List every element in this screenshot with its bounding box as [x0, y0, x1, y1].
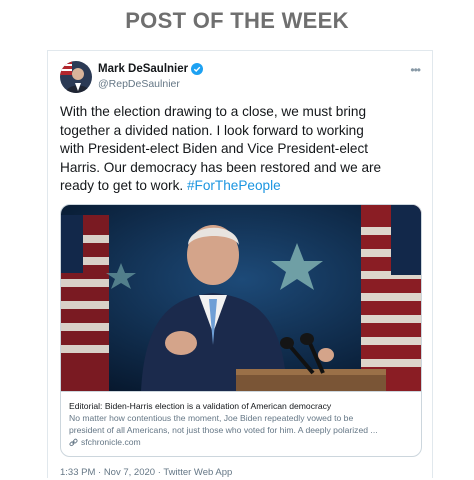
- link-preview-text[interactable]: Editorial: Biden-Harris election is a va…: [61, 391, 421, 456]
- link-preview-card[interactable]: Editorial: Biden-Harris election is a va…: [60, 204, 422, 457]
- tweet-text-line: ready to get to work. #ForThePeople: [60, 177, 422, 196]
- tweet-text-line-end: ready to get to work.: [60, 178, 184, 194]
- author-name[interactable]: Mark DeSaulnier: [98, 63, 188, 75]
- author-name-line[interactable]: Mark DeSaulnier: [98, 63, 204, 75]
- tweet-header: Mark DeSaulnier @RepDeSaulnier •••: [60, 61, 421, 97]
- link-description-line: No matter how contentious the moment, Jo…: [69, 413, 354, 423]
- author-handle[interactable]: @RepDeSaulnier: [98, 78, 180, 90]
- hashtag-link[interactable]: #ForThePeople: [187, 178, 281, 193]
- link-domain-row: sfchronicle.com: [69, 436, 415, 448]
- tweet-text-line: With the election drawing to a close, we…: [60, 104, 367, 119]
- verified-badge-icon: [191, 63, 204, 75]
- link-description-line: president of all Americans, not just tho…: [69, 425, 378, 435]
- tweet-text-line: with President-elect Biden and Vice Pres…: [60, 141, 369, 157]
- page-heading: POST OF THE WEEK: [125, 8, 349, 33]
- tweet-text-line: Harris. Our democracy has been restored …: [60, 159, 382, 175]
- author-avatar[interactable]: [60, 61, 92, 93]
- link-preview-image[interactable]: [61, 205, 421, 391]
- tweet-text-line: together a divided nation. I look forwar…: [60, 122, 364, 138]
- tweet-timestamp[interactable]: 1:33 PM · Nov 7, 2020 · Twitter Web App: [60, 467, 232, 478]
- link-icon: [69, 438, 78, 447]
- tweet-text: With the election drawing to a close, we…: [60, 103, 422, 196]
- more-options-icon[interactable]: •••: [410, 63, 421, 77]
- link-title[interactable]: Editorial: Biden-Harris election is a va…: [69, 400, 415, 412]
- tweet-card[interactable]: Mark DeSaulnier @RepDeSaulnier ••• With …: [47, 50, 433, 478]
- link-domain: sfchronicle.com: [81, 437, 141, 447]
